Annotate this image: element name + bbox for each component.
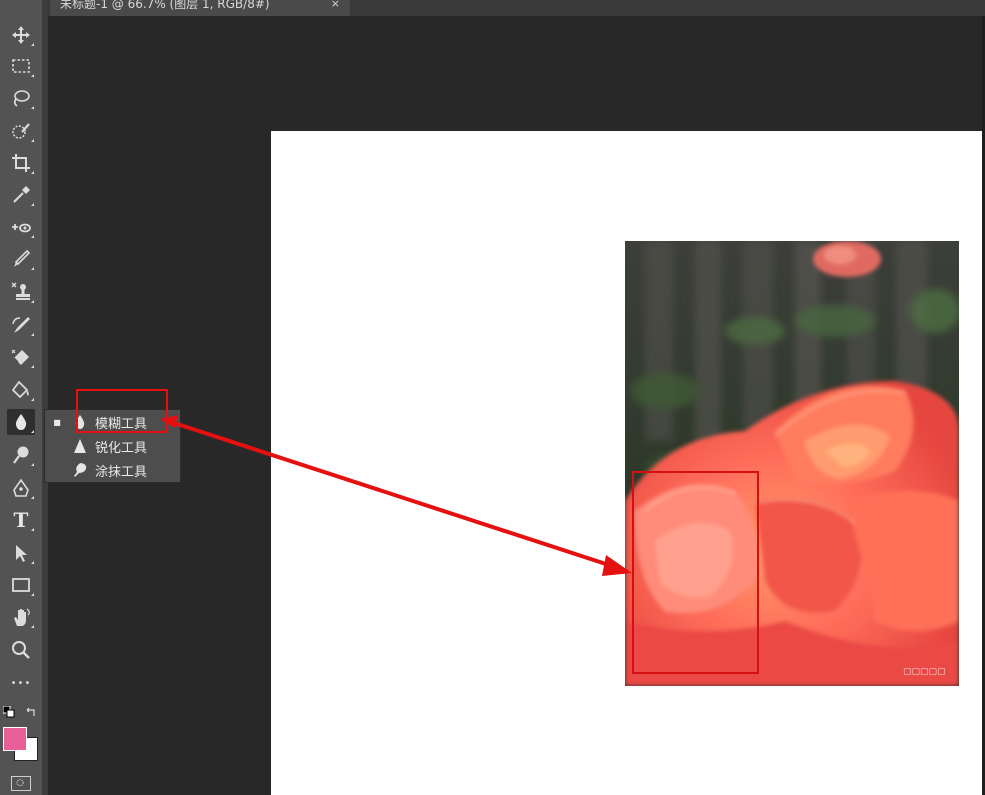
- quick-select-tool[interactable]: [7, 118, 35, 144]
- dodge-icon: [13, 446, 29, 464]
- paint-bucket-icon: [11, 380, 29, 399]
- lasso-tool[interactable]: [7, 85, 35, 111]
- hand-tool[interactable]: [7, 604, 35, 630]
- quick-mask-icon: [16, 779, 24, 787]
- type-tool[interactable]: T: [7, 507, 35, 533]
- flyout-item-sharpen[interactable]: 锐化工具: [45, 435, 180, 457]
- document-tab[interactable]: 未标题-1 @ 66.7% (图层 1, RGB/8#) ×: [50, 0, 350, 16]
- pen-icon: [13, 478, 29, 497]
- hand-icon: [14, 608, 30, 626]
- quick-select-icon: [12, 123, 30, 139]
- tools-panel: T •••: [0, 0, 43, 795]
- rectangle-tool[interactable]: [7, 572, 35, 598]
- healing-icon: [12, 223, 31, 233]
- flyout-label: 涂抹工具: [95, 464, 148, 480]
- annotation-box-blur-tool: [76, 389, 168, 433]
- arrow-cursor-icon: [16, 545, 27, 562]
- photo-watermark: ▢▢▢▢▢: [903, 667, 946, 677]
- type-icon: T: [13, 508, 29, 532]
- rectangle-icon: [12, 578, 30, 592]
- stamp-icon: [11, 282, 30, 300]
- crop-tool[interactable]: [7, 150, 35, 176]
- eyedropper-tool[interactable]: [7, 182, 35, 208]
- brush-icon: [14, 249, 31, 267]
- clone-stamp-tool[interactable]: [7, 279, 35, 305]
- pen-tool[interactable]: [7, 475, 35, 501]
- default-colors-icon[interactable]: [3, 706, 15, 718]
- annotation-box-blurred-area: [632, 471, 759, 674]
- zoom-icon: [12, 641, 30, 659]
- dodge-tool[interactable]: [7, 442, 35, 468]
- ellipsis-icon: •••: [10, 677, 32, 689]
- swap-colors-icon[interactable]: [25, 706, 37, 718]
- history-brush-tool[interactable]: [7, 312, 35, 338]
- marquee-tool[interactable]: [7, 53, 35, 79]
- move-tool[interactable]: [7, 22, 35, 48]
- eraser-tool[interactable]: [7, 344, 35, 370]
- crop-icon: [12, 154, 30, 172]
- sharpen-triangle-icon: [74, 439, 86, 453]
- more-tools[interactable]: •••: [7, 670, 35, 696]
- drop-icon: [15, 414, 27, 430]
- selected-bullet: ■: [53, 417, 61, 427]
- quick-mask-button[interactable]: [11, 776, 31, 791]
- lasso-icon: [13, 90, 30, 107]
- marquee-icon: [12, 59, 30, 73]
- paint-bucket-tool[interactable]: [7, 377, 35, 403]
- move-icon: [12, 26, 30, 44]
- eraser-icon: [11, 349, 29, 365]
- brush-tool[interactable]: [7, 246, 35, 272]
- document-tab-title: 未标题-1 @ 66.7% (图层 1, RGB/8#): [60, 0, 270, 11]
- history-brush-icon: [12, 317, 30, 333]
- path-select-tool[interactable]: [7, 540, 35, 566]
- smudge-finger-icon: [74, 463, 87, 477]
- foreground-color-swatch[interactable]: [3, 727, 27, 751]
- close-icon[interactable]: ×: [331, 0, 340, 9]
- eyedropper-icon: [13, 186, 30, 203]
- blur-tool[interactable]: [7, 409, 35, 435]
- flyout-item-smudge[interactable]: 涂抹工具: [45, 459, 180, 481]
- color-swatches: [0, 700, 42, 770]
- flyout-label: 锐化工具: [95, 440, 148, 456]
- zoom-tool[interactable]: [7, 637, 35, 663]
- healing-tool[interactable]: [7, 214, 35, 240]
